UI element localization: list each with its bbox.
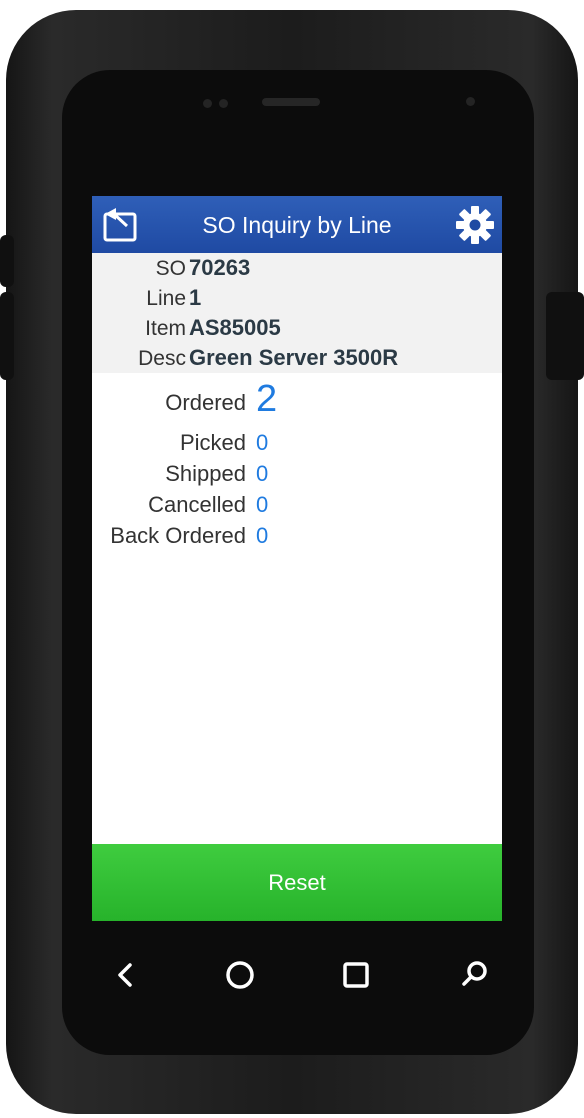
search-button[interactable] [444, 949, 504, 1001]
android-home-button[interactable] [210, 949, 270, 1001]
page-title: SO Inquiry by Line [202, 212, 392, 238]
android-back-button[interactable] [94, 949, 154, 1001]
gear-icon [456, 206, 494, 244]
app-screen: SO Inquiry by Line SO 70263 Line 1 Item … [92, 196, 502, 921]
front-sensor [203, 99, 212, 108]
cancelled-value: 0 [256, 492, 269, 517]
line-value: 1 [189, 285, 202, 310]
desc-label: Desc [138, 347, 186, 370]
reset-button[interactable]: Reset [92, 844, 502, 921]
order-header-panel: SO 70263 Line 1 Item AS85005 Desc Green … [92, 253, 502, 373]
android-back-icon [118, 963, 132, 987]
cancelled-label: Cancelled [148, 492, 246, 517]
backordered-row: Back Ordered 0 [92, 519, 502, 549]
side-button-left-lower [0, 292, 14, 380]
item-row: Item AS85005 [92, 313, 502, 343]
ordered-label: Ordered [165, 390, 246, 415]
shipped-row: Shipped 0 [92, 457, 502, 487]
title-bar: SO Inquiry by Line [92, 196, 502, 253]
desc-value: Green Server 3500R [189, 345, 399, 370]
picked-label: Picked [179, 430, 246, 455]
android-recents-button[interactable] [326, 949, 386, 1001]
item-label: Item [145, 317, 186, 340]
backordered-value: 0 [256, 523, 269, 548]
item-value: AS85005 [189, 315, 281, 340]
desc-row: Desc Green Server 3500R [92, 343, 502, 373]
side-button-left [0, 235, 14, 287]
shipped-label: Shipped [165, 461, 246, 486]
shipped-value: 0 [256, 461, 269, 486]
android-recents-icon [343, 962, 369, 988]
picked-value: 0 [256, 430, 269, 455]
so-value: 70263 [189, 255, 251, 280]
side-button-right [546, 292, 584, 380]
ordered-value: 2 [256, 378, 278, 420]
backordered-label: Back Ordered [110, 523, 246, 548]
picked-row: Picked 0 [92, 426, 502, 456]
line-row: Line 1 [92, 283, 502, 313]
settings-button[interactable] [454, 204, 496, 246]
search-icon [462, 961, 487, 986]
front-sensor-2 [219, 99, 228, 108]
front-camera [466, 97, 475, 106]
android-nav-bar [92, 921, 502, 1031]
android-home-icon [226, 961, 254, 989]
cancelled-row: Cancelled 0 [92, 488, 502, 518]
earpiece-speaker [262, 98, 320, 106]
so-label: SO [155, 257, 186, 280]
so-row: SO 70263 [92, 253, 502, 283]
ordered-row: Ordered 2 [92, 378, 502, 420]
line-label: Line [146, 287, 186, 310]
